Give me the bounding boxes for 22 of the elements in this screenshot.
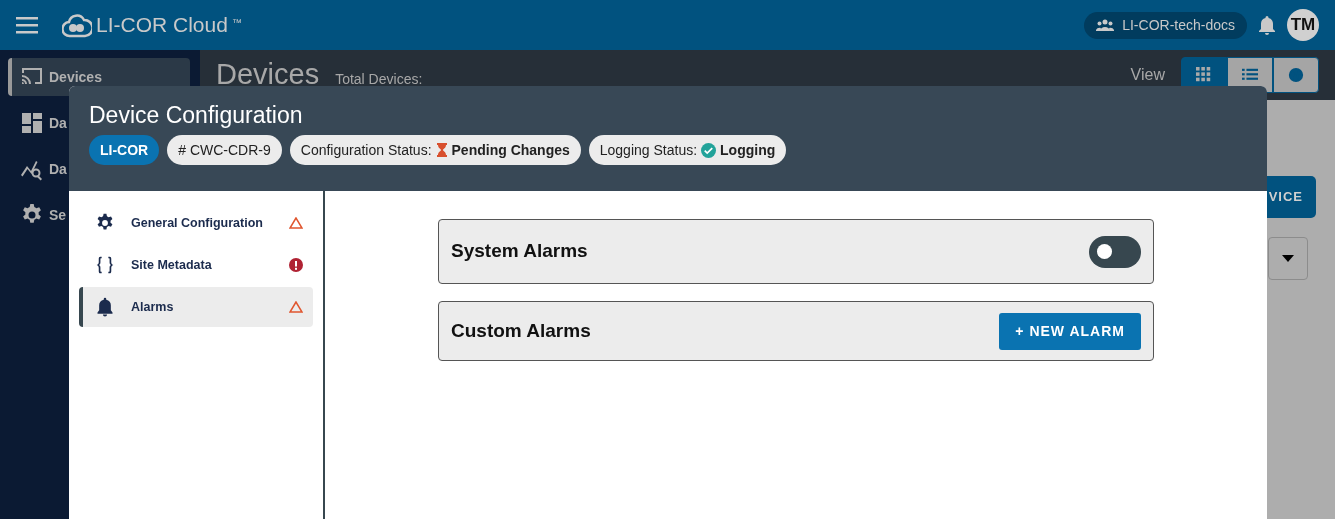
sidebar-label: Se [49, 205, 67, 225]
status-label: Configuration Status: [300, 141, 432, 159]
section-title: System Alarms [451, 239, 588, 264]
nav-label: Alarms [131, 298, 175, 316]
trademark: ™ [231, 16, 242, 31]
total-devices-label: Total Devices: [335, 69, 423, 89]
sidebar-label: Da [49, 159, 67, 179]
section-title: Custom Alarms [451, 318, 591, 343]
device-id-chip: # CWC-CDR-9 [167, 135, 282, 165]
organization-name: LI-COR-tech-docs [1122, 15, 1235, 35]
status-label: Logging Status: [599, 141, 698, 159]
brand-chip: LI-COR [89, 135, 160, 165]
status-value: Logging [720, 141, 776, 159]
app-title: LI-COR Cloud [96, 12, 228, 39]
nav-label: Site Metadata [131, 256, 213, 274]
view-label: View [1130, 65, 1165, 85]
modal-title: Device Configuration [89, 104, 304, 127]
sidebar-label: Devices [49, 67, 102, 87]
sidebar-label: Da [49, 113, 67, 133]
nav-label: General Configuration [131, 214, 264, 232]
page-title: Devices [216, 57, 320, 93]
status-value: Pending Changes [451, 141, 570, 159]
